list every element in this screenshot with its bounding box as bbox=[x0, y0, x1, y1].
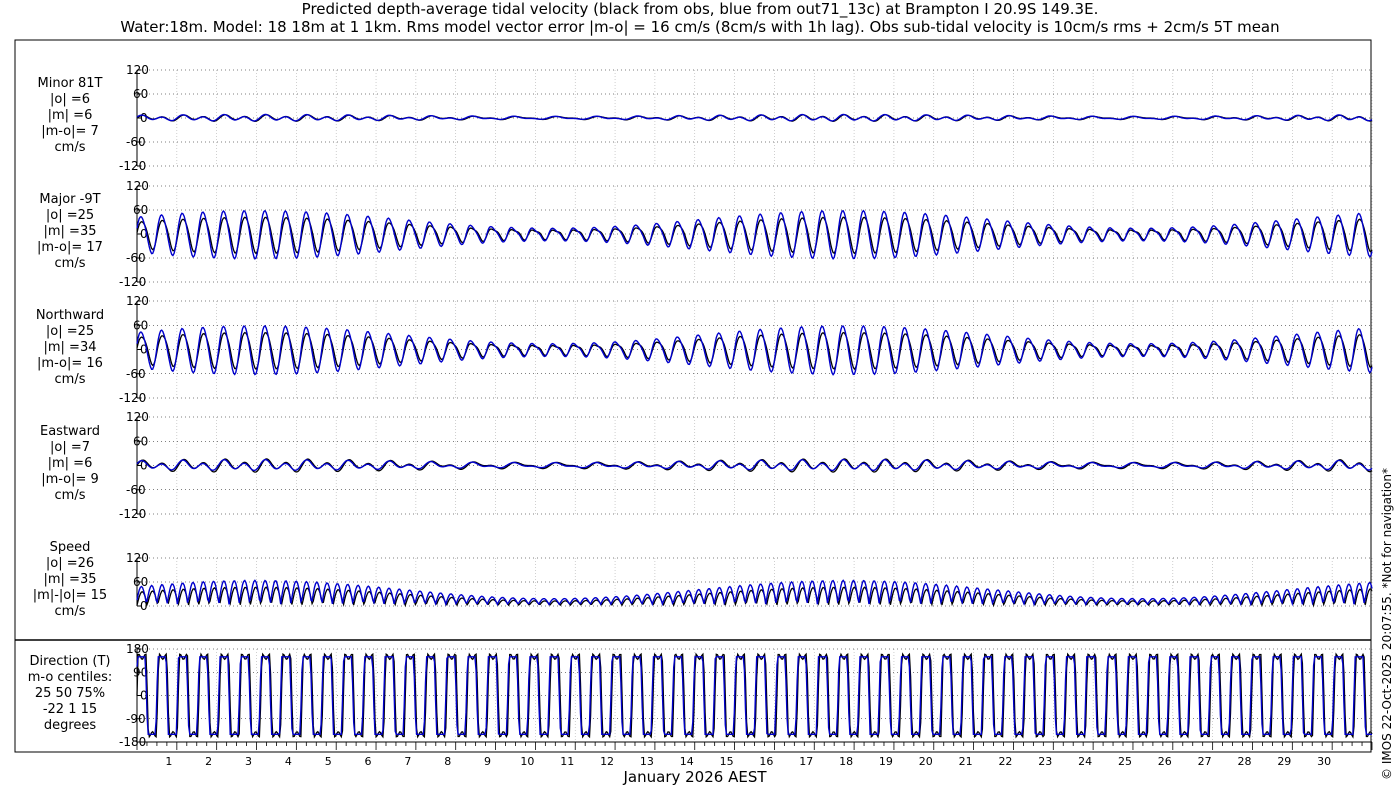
x-tick-label: 14 bbox=[680, 755, 694, 768]
panel-label-minor: Minor 81T |o| =6 |m| =6 |m-o|= 7 cm/s bbox=[8, 76, 132, 156]
series-line-model bbox=[136, 579, 1373, 607]
panel-label-line: |m| =35 bbox=[43, 224, 97, 239]
x-tick-label: 2 bbox=[205, 755, 212, 768]
x-tick-label: 13 bbox=[640, 755, 654, 768]
panel-label-line: |o| =26 bbox=[45, 556, 95, 571]
panel-minor: 120600-60-120 bbox=[119, 63, 1373, 173]
panel-major: 120600-60-120 bbox=[119, 179, 1373, 289]
panel-label-line: m-o centiles: bbox=[27, 670, 113, 685]
panel-label-line: Minor 81T bbox=[37, 76, 103, 91]
panel-label-line: cm/s bbox=[54, 256, 86, 271]
x-tick-label: 9 bbox=[484, 755, 491, 768]
panel-label-line: |m| =6 bbox=[47, 108, 93, 123]
panel-label-line: Major -9T bbox=[39, 192, 101, 207]
x-tick-label: 3 bbox=[245, 755, 252, 768]
panel-direction: 180900-90-180 bbox=[119, 642, 1373, 749]
y-tick-label: -120 bbox=[119, 159, 146, 173]
x-tick-label: 28 bbox=[1237, 755, 1251, 768]
panel-label-line: |o| =7 bbox=[49, 440, 90, 455]
panel-northward: 120600-60-120 bbox=[119, 294, 1373, 405]
panel-eastward: 120600-60-120 bbox=[119, 410, 1373, 521]
x-tick-label: 27 bbox=[1198, 755, 1212, 768]
x-tick-label: 8 bbox=[444, 755, 451, 768]
x-tick-label: 12 bbox=[600, 755, 614, 768]
panel-label-line: Speed bbox=[49, 540, 91, 555]
panel-label-eastward: Eastward |o| =7 |m| =6 |m-o|= 9 cm/s bbox=[8, 424, 132, 504]
panel-label-line: Eastward bbox=[39, 424, 101, 439]
y-tick-label: -120 bbox=[119, 391, 146, 405]
panel-label-line: cm/s bbox=[54, 372, 86, 387]
x-tick-label: 10 bbox=[520, 755, 534, 768]
y-tick-label: 60 bbox=[133, 203, 148, 217]
y-tick-label: -120 bbox=[119, 275, 146, 289]
x-tick-label: 6 bbox=[365, 755, 372, 768]
x-tick-label: 17 bbox=[799, 755, 813, 768]
panel-label-line: cm/s bbox=[54, 488, 86, 503]
x-tick-label: 15 bbox=[720, 755, 734, 768]
panel-label-line: |o| =6 bbox=[49, 92, 90, 107]
x-tick-label: 25 bbox=[1118, 755, 1132, 768]
panel-label-direction: Direction (T) m-o centiles: 25 50 75% -2… bbox=[8, 654, 132, 734]
panel-label-line: |o| =25 bbox=[45, 208, 95, 223]
panel-label-northward: Northward |o| =25 |m| =34 |m-o|= 16 cm/s bbox=[8, 308, 132, 388]
panel-label-line: 25 50 75% bbox=[34, 686, 106, 701]
y-tick-label: 0 bbox=[140, 111, 148, 125]
y-tick-label: 60 bbox=[133, 434, 148, 448]
panel-label-line: Direction (T) bbox=[29, 654, 111, 669]
x-tick-label: 21 bbox=[959, 755, 973, 768]
y-tick-label: 60 bbox=[133, 87, 148, 101]
panel-label-line: |m-o|= 9 bbox=[41, 472, 99, 487]
x-tick-label: 4 bbox=[285, 755, 292, 768]
x-tick-label: 11 bbox=[560, 755, 574, 768]
panel-label-line: -22 1 15 bbox=[42, 702, 98, 717]
panel-label-line: Northward bbox=[35, 308, 105, 323]
panel-label-major: Major -9T |o| =25 |m| =35 |m-o|= 17 cm/s bbox=[8, 192, 132, 272]
x-tick-label: 24 bbox=[1078, 755, 1092, 768]
panel-label-line: degrees bbox=[43, 718, 97, 733]
y-tick-label: 60 bbox=[133, 318, 148, 332]
panel-speed: 120600 bbox=[126, 551, 1373, 613]
x-tick-label: 1 bbox=[165, 755, 172, 768]
x-tick-label: 20 bbox=[919, 755, 933, 768]
panel-label-line: cm/s bbox=[54, 140, 86, 155]
upper-frame bbox=[14, 39, 1372, 641]
panel-label-line: |m-o|= 7 bbox=[41, 124, 99, 139]
series-line-model bbox=[136, 324, 1373, 376]
x-tick-label: 22 bbox=[998, 755, 1012, 768]
x-tick-label: 30 bbox=[1317, 755, 1331, 768]
panel-label-line: |m| =6 bbox=[47, 456, 93, 471]
x-tick-label: 23 bbox=[1038, 755, 1052, 768]
x-tick-label: 29 bbox=[1277, 755, 1291, 768]
x-axis-label: January 2026 AEST bbox=[623, 768, 767, 786]
plot-area: 120600-60-120120600-60-120120600-60-1201… bbox=[14, 39, 1373, 768]
panel-label-line: |o| =25 bbox=[45, 324, 95, 339]
x-tick-label: 26 bbox=[1158, 755, 1172, 768]
panel-label-speed: Speed |o| =26 |m| =35 |m|-|o|= 15 cm/s bbox=[8, 540, 132, 620]
panel-label-line: |m-o|= 16 bbox=[37, 356, 103, 371]
panel-label-line: |m| =34 bbox=[43, 340, 97, 355]
x-axis: 1 2 3 4 5 6 7 8 9 10 11 12 13 14 15 16 17 18 19 20 21 22 23 24 2… bbox=[136, 741, 1373, 768]
panel-label-line: |m-o|= 17 bbox=[37, 240, 103, 255]
panel-label-line: cm/s bbox=[54, 604, 86, 619]
copyright-notice: © IMOS 22-Oct-2025 20:07:55. *Not for na… bbox=[1380, 468, 1394, 780]
x-tick-label: 7 bbox=[404, 755, 411, 768]
panel-label-line: |m|-|o|= 15 bbox=[32, 588, 108, 603]
series-line-model bbox=[136, 209, 1373, 261]
panel-label-line: |m| =35 bbox=[43, 572, 97, 587]
x-tick-label: 18 bbox=[839, 755, 853, 768]
x-tick-label: 19 bbox=[879, 755, 893, 768]
x-tick-label: 5 bbox=[325, 755, 332, 768]
y-tick-label: -120 bbox=[119, 507, 146, 521]
x-tick-label: 16 bbox=[759, 755, 773, 768]
